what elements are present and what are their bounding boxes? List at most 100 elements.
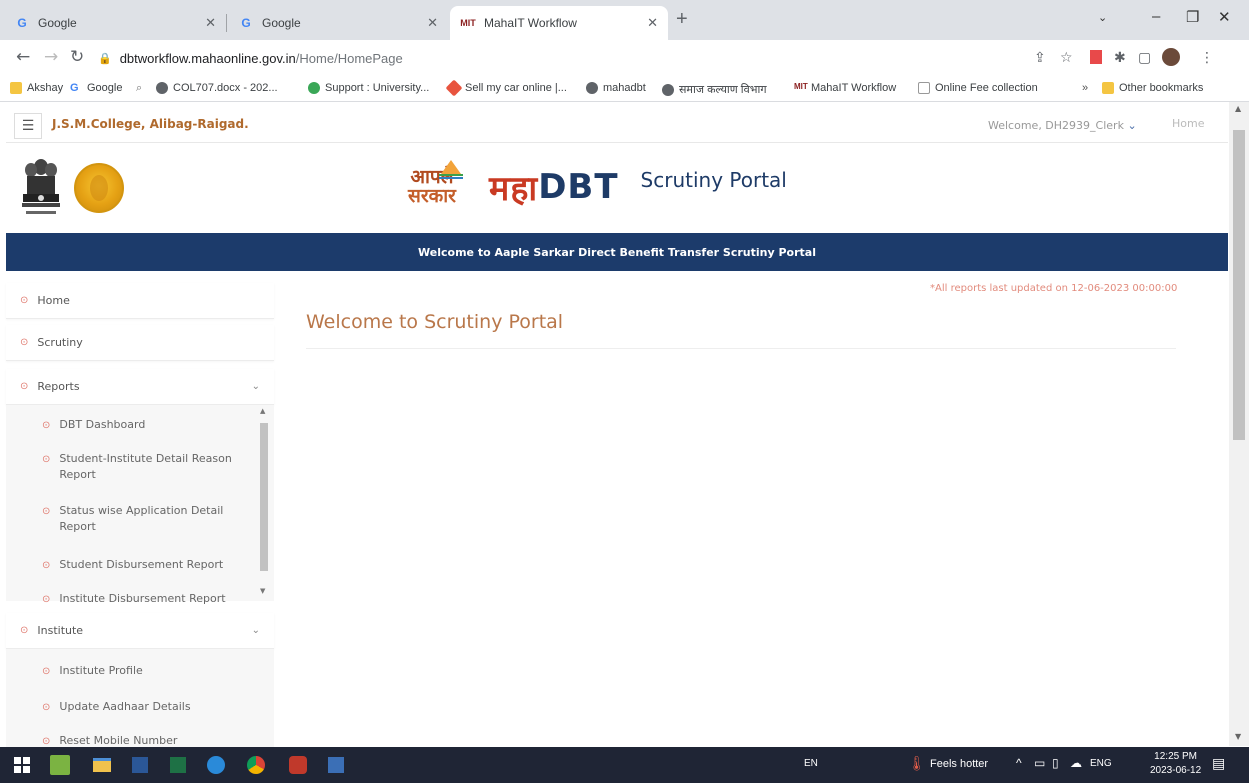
cloud-icon[interactable]: ☁ <box>1070 756 1082 770</box>
bookmarks-overflow-icon[interactable]: » <box>1082 82 1088 94</box>
browser-tab-mahait[interactable]: MIT MahaIT Workflow ✕ <box>450 6 668 40</box>
extension-icon[interactable] <box>1090 50 1102 64</box>
hamburger-menu-icon[interactable]: ☰ <box>14 113 42 139</box>
submenu-item-student-institute-report[interactable]: ⊙ Student-Institute Detail Reason Report <box>42 451 252 483</box>
sidebar-item-home[interactable]: ⊙ Home <box>6 283 274 319</box>
submenu-item-status-wise-report[interactable]: ⊙ Status wise Application Detail Report <box>42 503 252 535</box>
app-icon[interactable] <box>50 755 70 775</box>
browser-tab-strip: G Google ✕ G Google ✕ MIT MahaIT Workflo… <box>0 0 1249 40</box>
weather-widget[interactable]: Feels hotter <box>930 758 988 770</box>
network-icon[interactable]: ▭ <box>1034 756 1045 770</box>
submenu-scrollbar[interactable]: ▲ ▼ <box>258 405 270 601</box>
bookmark-mahadbt[interactable]: mahadbt <box>586 82 646 94</box>
bookmark-col707[interactable]: COL707.docx - 202... <box>156 82 278 94</box>
scroll-down-icon[interactable]: ▼ <box>260 587 265 595</box>
language-indicator[interactable]: ENG <box>1090 758 1112 769</box>
home-link[interactable]: Home <box>1172 117 1204 130</box>
windows-start-icon[interactable] <box>12 755 32 775</box>
system-clock[interactable]: 12:25 PM 2023-06-12 <box>1150 750 1201 778</box>
edge-icon[interactable] <box>206 755 226 775</box>
scroll-up-icon[interactable]: ▲ <box>260 407 265 415</box>
word-icon[interactable] <box>130 755 150 775</box>
link-bullet-icon: ⊙ <box>42 702 51 713</box>
browser-tab-google-1[interactable]: G Google ✕ <box>4 6 227 40</box>
bookmark-star-icon[interactable]: ☆ <box>1060 50 1073 66</box>
side-panel-icon[interactable]: ▢ <box>1138 50 1151 66</box>
app-icon[interactable] <box>282 747 314 783</box>
submenu-item-label: Student Disbursement Report <box>59 558 224 571</box>
bookmark-label: Google <box>87 82 123 94</box>
submenu-item-dbt-dashboard[interactable]: ⊙ DBT Dashboard <box>42 417 252 434</box>
submenu-item-update-aadhaar[interactable]: ⊙ Update Aadhaar Details <box>42 699 252 716</box>
submenu-item-institute-profile[interactable]: ⊙ Institute Profile <box>42 663 252 680</box>
back-arrow-icon[interactable]: ← <box>16 47 30 67</box>
sidebar-item-scrutiny[interactable]: ⊙ Scrutiny <box>6 325 274 361</box>
bookmark-sell-car[interactable]: Sell my car online |... <box>445 79 567 97</box>
notification-icon[interactable]: ▤ <box>1212 755 1225 772</box>
input-language-indicator[interactable]: EN <box>804 758 818 769</box>
folder-icon <box>10 82 22 94</box>
excel-icon[interactable] <box>168 755 188 775</box>
search-icon[interactable]: ⌕ <box>136 82 142 95</box>
close-icon[interactable]: ✕ <box>205 15 216 31</box>
close-icon[interactable]: ✕ <box>427 15 438 31</box>
sidebar-item-institute[interactable]: ⊙ Institute ⌄ <box>6 613 274 649</box>
app-icon[interactable] <box>326 755 346 775</box>
close-icon[interactable]: ✕ <box>647 15 658 31</box>
extensions-puzzle-icon[interactable]: ✱ <box>1114 50 1126 66</box>
mahait-icon: MIT <box>460 18 476 28</box>
bookmark-mahait-workflow[interactable]: MIT MahaIT Workflow <box>794 82 896 94</box>
submenu-item-label: Institute Profile <box>59 664 143 677</box>
submenu-item-reset-mobile[interactable]: ⊙ Reset Mobile Number <box>42 733 252 747</box>
file-explorer-icon[interactable] <box>92 755 112 775</box>
bookmark-label: MahaIT Workflow <box>811 82 897 94</box>
scrollbar-thumb[interactable] <box>1233 130 1245 440</box>
new-tab-icon[interactable]: + <box>676 8 688 31</box>
window-close-icon[interactable]: ✕ <box>1218 8 1231 26</box>
reload-icon[interactable]: ↻ <box>70 47 84 67</box>
link-bullet-icon: ⊙ <box>42 666 51 677</box>
globe-icon <box>662 83 674 96</box>
diamond-icon <box>445 79 463 97</box>
browser-tab-google-2[interactable]: G Google ✕ <box>228 6 448 40</box>
submenu-item-student-disbursement[interactable]: ⊙ Student Disbursement Report <box>42 557 252 574</box>
bookmark-support-university[interactable]: Support : University... <box>308 82 429 94</box>
page-viewport: ☰ J.S.M.College, Alibag-Raigad. Welcome,… <box>0 103 1249 747</box>
scrollbar-thumb[interactable] <box>260 423 268 571</box>
college-name: J.S.M.College, Alibag-Raigad. <box>52 117 249 131</box>
battery-icon[interactable]: ▯ <box>1052 756 1059 770</box>
scroll-up-icon[interactable]: ▲ <box>1235 104 1241 113</box>
submenu-item-institute-disbursement[interactable]: ⊙ Institute Disbursement Report <box>42 591 252 608</box>
browser-toolbar: ← → ↻ 🔒 dbtworkflow.mahaonline.gov.in/Ho… <box>0 40 1249 76</box>
bookmark-label: Akshay <box>27 82 64 94</box>
bookmark-samaj-kalyan[interactable]: समाज कल्याण विभाग <box>662 82 767 97</box>
restore-icon[interactable]: ❐ <box>1186 8 1199 26</box>
page-scrollbar[interactable]: ▲ ▼ <box>1229 102 1249 746</box>
user-menu[interactable]: Welcome, DH2939_Clerk ⌄ <box>988 119 1137 132</box>
title-divider <box>306 348 1176 349</box>
bookmark-google[interactable]: G Google <box>70 82 122 94</box>
chevron-up-icon[interactable]: ^ <box>1016 756 1022 770</box>
page-top-bar: ☰ J.S.M.College, Alibag-Raigad. Welcome,… <box>6 111 1228 143</box>
google-icon: G <box>70 82 79 94</box>
chrome-icon[interactable] <box>246 755 266 775</box>
link-bullet-icon: ⊙ <box>42 560 51 571</box>
sidebar-item-label: Institute <box>37 624 84 637</box>
address-bar[interactable]: 🔒 dbtworkflow.mahaonline.gov.in/Home/Hom… <box>98 44 1108 72</box>
link-bullet-icon: ⊙ <box>20 625 29 636</box>
forward-arrow-icon[interactable]: → <box>44 47 58 67</box>
tab-separator <box>226 14 227 32</box>
scroll-down-icon[interactable]: ▼ <box>1235 732 1241 741</box>
bookmark-online-fee[interactable]: Online Fee collection <box>918 82 1038 94</box>
sidebar-nav: ⊙ Home ⊙ Scrutiny ⊙ Reports ⌄ ⊙ DBT Dashb… <box>6 283 274 747</box>
minimize-icon[interactable]: – <box>1152 8 1160 25</box>
support-icon <box>308 82 320 94</box>
tab-search-chevron-icon[interactable]: ⌄ <box>1098 11 1107 24</box>
bookmark-other[interactable]: Other bookmarks <box>1102 82 1203 94</box>
sidebar-item-reports[interactable]: ⊙ Reports ⌄ <box>6 369 274 405</box>
profile-avatar[interactable] <box>1162 48 1180 66</box>
share-icon[interactable]: ⇪ <box>1034 50 1046 66</box>
kebab-menu-icon[interactable]: ⋮ <box>1200 50 1214 66</box>
link-bullet-icon: ⊙ <box>20 381 29 392</box>
bookmark-akshay[interactable]: Akshay <box>10 82 63 94</box>
